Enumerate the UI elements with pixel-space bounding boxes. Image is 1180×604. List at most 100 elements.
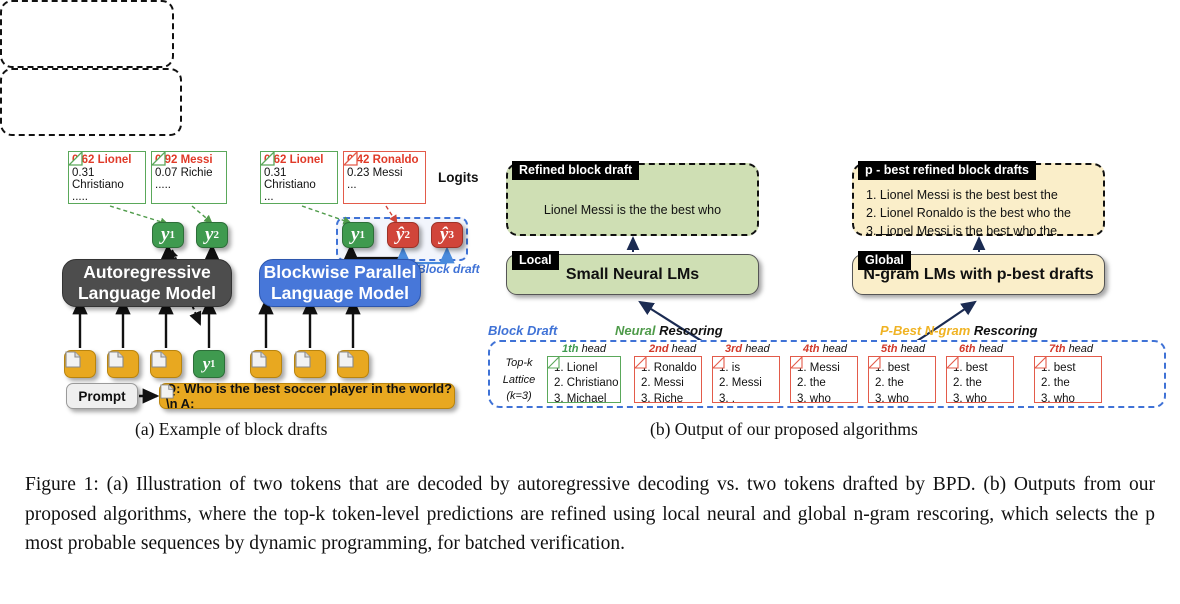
ar-model-line2: Language Model — [77, 283, 217, 303]
head-word: head — [978, 343, 1004, 355]
prompt-label-box: Prompt — [66, 383, 138, 409]
token-subscript: 2 — [213, 229, 219, 241]
lattice-item: 3. Michael — [554, 392, 607, 403]
logit-card-3: 0.62 Lionel 0.31 Christiano ... — [260, 151, 338, 204]
p-best-draft-line: 2. Lionel Ronaldo is the best who the — [866, 205, 1071, 220]
blockwise-parallel-language-model-box: Blockwise Parallel Language Model — [259, 259, 421, 307]
lattice-item: 2. the — [797, 377, 826, 390]
logit-ellipsis: ..... — [72, 191, 88, 203]
head-cell-6: 1. best 2. the 3. who — [946, 356, 1014, 403]
head-label-5: 5th head — [881, 343, 925, 355]
logits-group-autoregressive — [0, 0, 174, 68]
lattice-item: 2. the — [875, 377, 904, 390]
p-best-draft-line: 1. Lionel Messi is the best best the — [866, 188, 1058, 202]
head-label-4: 4th head — [803, 343, 847, 355]
logit-ellipsis: ... — [264, 191, 274, 203]
neural-rescoring-section-label: Neural Rescoring — [615, 323, 723, 338]
head-ordinal: 4th — [803, 343, 820, 355]
local-tag: Local — [512, 251, 559, 270]
token-label: y — [205, 224, 214, 245]
logit-top-token: 0.62 Lionel — [264, 154, 324, 166]
prompt-label: Prompt — [78, 388, 126, 404]
topk-line1: Top-k — [505, 357, 533, 369]
figure-caption: Figure 1: (a) Illustration of two tokens… — [25, 470, 1155, 559]
head-word: head — [822, 343, 848, 355]
document-icon — [338, 351, 354, 368]
block-draft-label: Block draft — [417, 262, 480, 276]
token-y1-bp: y1 — [342, 222, 374, 248]
input-token-chip-6 — [337, 350, 369, 378]
input-token-chip-3 — [150, 350, 182, 378]
head-label-2: 2nd head — [649, 343, 696, 355]
top-k-lattice-label: Top-k Lattice (k=3) — [495, 355, 543, 405]
rescoring-text: Rescoring — [973, 323, 1038, 338]
lattice-item: 1. Ronaldo — [641, 362, 697, 374]
p-best-draft-line: 3. Lionel Messi is the best who the — [866, 223, 1058, 238]
token-label: y — [161, 224, 170, 245]
prompt-question-bar: Q: Who is the best soccer player in the … — [159, 381, 455, 411]
logit-second-token: 0.31 Christiano — [264, 167, 316, 191]
head-ordinal: 7th — [1049, 343, 1066, 355]
head-word: head — [1068, 343, 1094, 355]
neural-text: Neural — [615, 323, 656, 338]
document-icon — [65, 351, 81, 368]
lattice-item: 3. who — [1041, 392, 1075, 403]
head-cell-3: 1. is 2. Messi 3. , — [712, 356, 780, 403]
input-token-chip-1 — [64, 350, 96, 378]
logit-ellipsis: ..... — [155, 179, 171, 191]
refined-block-draft-text: Lionel Messi is the the best who — [543, 203, 722, 217]
logit-card-4: 0.42 Ronaldo 0.23 Messi ... — [343, 151, 426, 204]
logits-label: Logits — [438, 170, 479, 185]
head-cell-7: 1. best 2. the 3. who — [1034, 356, 1102, 403]
rescoring-text: Rescoring — [659, 323, 723, 338]
lattice-item: 2. Messi — [641, 377, 684, 390]
logit-card-2: 0.92 Messi 0.07 Richie ..... — [151, 151, 227, 204]
block-draft-text: Block Draft — [488, 323, 558, 338]
head-word: head — [900, 343, 926, 355]
logit-top-token: 0.92 Messi — [155, 154, 213, 166]
head-cell-4: 1. Messi 2. the 3. who — [790, 356, 858, 403]
head-ordinal: 5th — [881, 343, 898, 355]
lattice-item: 2. Christiano — [554, 377, 619, 390]
input-token-chip-2 — [107, 350, 139, 378]
head-ordinal: 6th — [959, 343, 976, 355]
logits-group-blockwise — [0, 68, 182, 136]
logit-top-token: 0.62 Lionel — [72, 154, 132, 166]
lattice-item: 1. Messi — [797, 362, 840, 374]
lattice-item: 3. , — [719, 392, 735, 403]
head-ordinal: 1th — [562, 343, 579, 355]
p-best-tag: p - best refined block drafts — [858, 161, 1036, 180]
token-y1-ar: y1 — [152, 222, 184, 248]
head-label-3: 3rd head — [725, 343, 770, 355]
logit-second-token: 0.07 Richie — [155, 167, 213, 179]
document-icon — [108, 351, 124, 368]
panel-b-subcaption: (b) Output of our proposed algorithms — [650, 419, 918, 439]
head-word: head — [745, 343, 770, 355]
input-token-chip-5 — [294, 350, 326, 378]
lattice-item: 3. who — [953, 392, 987, 403]
topk-line3: (k=3) — [506, 390, 532, 402]
logit-top-token: 0.42 Ronaldo — [347, 154, 419, 166]
head-cell-5: 1. best 2. the 3. who — [868, 356, 936, 403]
bp-model-line1: Blockwise Parallel — [263, 261, 417, 282]
head-ordinal: 2nd — [649, 343, 669, 355]
token-y2-ar: y2 — [196, 222, 228, 248]
token-label: y — [202, 354, 211, 373]
token-label: ŷ — [440, 224, 449, 245]
topk-line2: Lattice — [502, 373, 536, 386]
token-subscript: 1 — [359, 229, 365, 241]
block-draft-section-label: Block Draft — [488, 323, 557, 338]
token-label: y — [351, 224, 360, 245]
token-yhat3-bp: ŷ3 — [431, 222, 463, 248]
figure-caption-text: Figure 1: (a) Illustration of two tokens… — [25, 474, 1155, 555]
head-ordinal: 3rd — [725, 343, 743, 355]
head-cell-2: 1. Ronaldo 2. Messi 3. Riche — [634, 356, 702, 403]
logit-card-1: 0.62 Lionel 0.31 Christiano ..... — [68, 151, 146, 204]
lattice-item: 2. the — [1041, 377, 1070, 390]
head-label-1: 1th head — [562, 343, 606, 355]
lattice-item: 3. Riche — [641, 392, 684, 403]
token-subscript: 1 — [169, 229, 175, 241]
logit-ellipsis: ... — [347, 179, 357, 191]
global-tag: Global — [858, 251, 911, 270]
logit-second-token: 0.31 Christiano — [72, 167, 124, 191]
